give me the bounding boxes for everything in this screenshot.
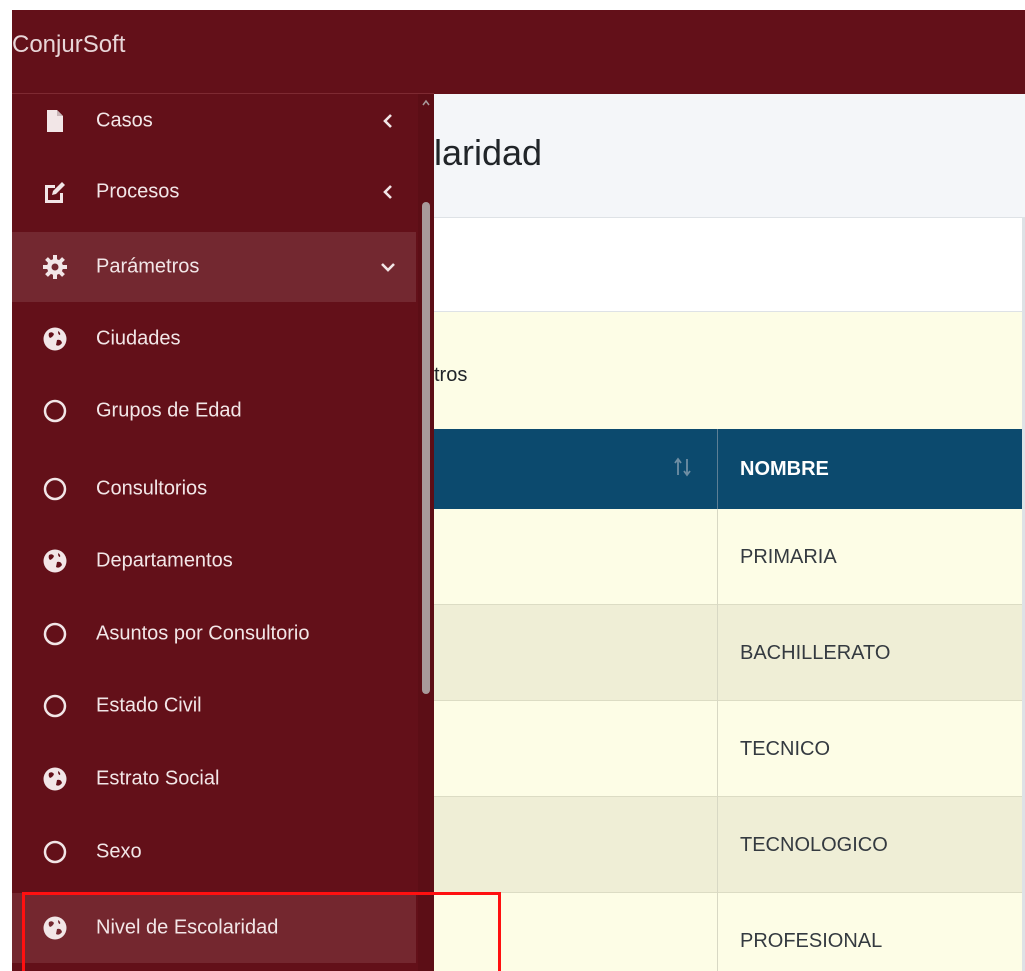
sidebar-item-label: Asuntos por Consultorio [96, 622, 310, 645]
sort-icon[interactable] [673, 455, 693, 479]
brand-logo-text[interactable]: ConjurSoft [12, 10, 434, 94]
sidebar-item-casos[interactable]: Casos [12, 94, 416, 156]
table-cell-id [434, 797, 718, 893]
table-row[interactable]: BACHILLERATO [434, 605, 1025, 701]
sidebar-item-estado-civil[interactable]: Estado Civil [12, 671, 416, 741]
chevron-left-icon[interactable] [380, 184, 396, 200]
sidebar-item-label: Ciudades [96, 327, 181, 350]
sidebar-item-label: Casos [96, 109, 153, 132]
sidebar-item-label: Parámetros [96, 255, 200, 278]
sidebar-item-asuntos-por-consultorio[interactable]: Asuntos por Consultorio [12, 599, 416, 669]
circle-icon [43, 399, 67, 423]
globe-icon [43, 549, 67, 573]
table-row[interactable]: TECNOLOGICO [434, 797, 1025, 893]
sidebar-item-label: Departamentos [96, 549, 233, 572]
table-cell-id [434, 701, 718, 797]
content-header: laridad [434, 94, 1025, 218]
table-cell-nombre: TECNOLOGICO [740, 834, 888, 856]
sidebar: Casos Procesos Parámetros Ciudades Grupo… [12, 94, 434, 971]
sidebar-item-procesos[interactable]: Procesos [12, 157, 416, 227]
sidebar-item-label: Procesos [96, 180, 180, 203]
column-header-id[interactable] [434, 429, 718, 509]
table-cell-id [434, 605, 718, 701]
page-title: laridad [434, 132, 543, 173]
table-cell-nombre: PRIMARIA [740, 546, 837, 568]
circle-icon [43, 840, 67, 864]
chevron-down-icon[interactable] [380, 259, 396, 275]
gear-icon [43, 255, 67, 279]
circle-icon [43, 477, 67, 501]
sidebar-item-departamentos[interactable]: Departamentos [12, 526, 416, 596]
file-icon [47, 110, 63, 132]
table-row[interactable]: TECNICO [434, 701, 1025, 797]
sidebar-item-label: Estado Civil [96, 694, 202, 717]
circle-icon [43, 622, 67, 646]
globe-icon [43, 767, 67, 791]
circle-icon [43, 694, 67, 718]
highlight-annotation [22, 892, 501, 971]
info-panel: tros [434, 312, 1025, 430]
globe-icon [43, 327, 67, 351]
table-row[interactable]: PROFESIONAL [434, 893, 1025, 971]
sidebar-item-parametros[interactable]: Parámetros [12, 232, 416, 302]
sidebar-item-sexo[interactable]: Sexo [12, 817, 416, 887]
sidebar-item-consultorios[interactable]: Consultorios [12, 454, 416, 524]
sidebar-item-label: Grupos de Edad [96, 399, 242, 422]
table-cell-nombre: PROFESIONAL [740, 930, 883, 952]
sidebar-item-label: Sexo [96, 840, 142, 863]
table-cell-nombre: TECNICO [740, 738, 830, 760]
sidebar-scrollbar-thumb[interactable] [422, 202, 430, 694]
chevron-left-icon[interactable] [380, 113, 396, 129]
sidebar-item-label: Consultorios [96, 477, 208, 500]
table-cell-nombre: BACHILLERATO [740, 642, 891, 664]
sidebar-item-grupos-de-edad[interactable]: Grupos de Edad [12, 376, 416, 446]
info-text: tros [434, 364, 468, 386]
table-header: NOMBRE [434, 429, 1025, 509]
scroll-up-arrow-icon[interactable] [420, 98, 432, 108]
edit-icon [45, 182, 65, 203]
sidebar-item-estrato-social[interactable]: Estrato Social [12, 744, 416, 814]
sidebar-item-ciudades[interactable]: Ciudades [12, 304, 416, 374]
sidebar-item-label: Estrato Social [96, 767, 220, 790]
column-header-nombre[interactable]: NOMBRE [718, 429, 1025, 509]
table-cell-id [434, 509, 718, 605]
card-header [434, 218, 1025, 312]
main-content: laridad tros NOMBRE PRIMARIA BACHILLERAT… [434, 94, 1025, 971]
table-row[interactable]: PRIMARIA [434, 509, 1025, 605]
